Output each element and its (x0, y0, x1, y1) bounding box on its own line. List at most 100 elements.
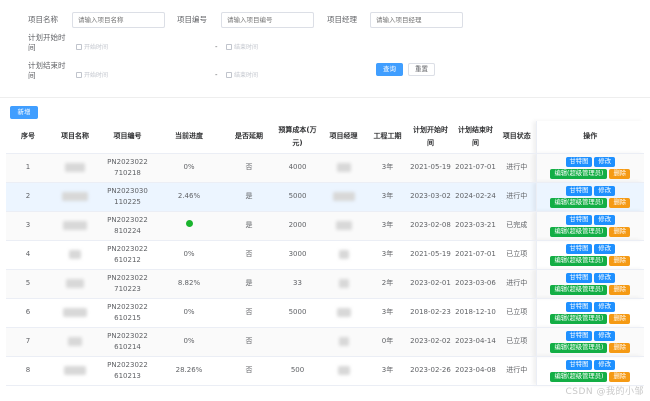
table-header: 序号 项目名称 项目编号 当前进度 是否延期 预算成本(万元) 项目经理 工程工… (6, 121, 644, 153)
cell-index: 5 (6, 269, 50, 298)
plan-end-from[interactable]: 开始时间 (76, 71, 108, 81)
project-code: PN2023022 810224 (107, 216, 148, 235)
cell-status: 进行中 (498, 153, 536, 182)
cell-index: 8 (6, 356, 50, 385)
add-button[interactable]: 新增 (10, 106, 38, 119)
cell-manager (320, 153, 367, 182)
project-name-input[interactable] (72, 12, 165, 28)
cell-duration: 3年 (367, 298, 408, 327)
cell-plan-start: 2023-03-02 (408, 182, 453, 211)
cell-plan-start: 2021-05-19 (408, 153, 453, 182)
edit-button[interactable]: 修改 (594, 215, 615, 225)
cell-manager (320, 240, 367, 269)
cell-delayed: 是 (223, 211, 275, 240)
cell-manager (320, 298, 367, 327)
delete-button[interactable]: 删除 (609, 198, 630, 208)
cell-duration: 2年 (367, 269, 408, 298)
cell-name (50, 298, 100, 327)
reset-button[interactable]: 重置 (408, 63, 435, 76)
redacted-manager (338, 366, 350, 375)
project-code: PN2023022 710223 (107, 274, 148, 293)
table-row: 4PN2023022 6102120%否30003年2021-05-192021… (6, 240, 644, 269)
delete-button[interactable]: 删除 (609, 343, 630, 353)
plan-end-to[interactable]: 结束时间 (226, 71, 258, 81)
delete-button[interactable]: 删除 (609, 169, 630, 179)
col-status: 项目状态 (498, 121, 536, 153)
edit-button[interactable]: 修改 (594, 331, 615, 341)
cell-duration: 3年 (367, 153, 408, 182)
cell-status: 已立项 (498, 327, 536, 356)
redacted-manager (337, 163, 351, 172)
cell-ops: 甘特图修改编辑(超级管理员)删除 (536, 298, 644, 327)
redacted-name (63, 308, 87, 317)
edit-button[interactable]: 修改 (594, 244, 615, 254)
gantt-button[interactable]: 甘特图 (566, 360, 593, 370)
cell-code: PN2023022 610215 (100, 298, 155, 327)
project-name-label: 项目名称 (28, 15, 58, 25)
super-edit-button[interactable]: 编辑(超级管理员) (550, 343, 607, 353)
cell-delayed: 否 (223, 327, 275, 356)
redacted-manager (339, 279, 349, 288)
delete-button[interactable]: 删除 (609, 314, 630, 324)
edit-button[interactable]: 修改 (594, 360, 615, 370)
project-table: 序号 项目名称 项目编号 当前进度 是否延期 预算成本(万元) 项目经理 工程工… (6, 121, 644, 386)
delete-button[interactable]: 删除 (609, 256, 630, 266)
edit-button[interactable]: 修改 (594, 302, 615, 312)
super-edit-button[interactable]: 编辑(超级管理员) (550, 169, 607, 179)
col-delayed: 是否延期 (223, 121, 275, 153)
redacted-name (66, 279, 84, 288)
super-edit-button[interactable]: 编辑(超级管理员) (550, 227, 607, 237)
divider (0, 97, 650, 98)
cell-plan-start: 2018-02-23 (408, 298, 453, 327)
gantt-button[interactable]: 甘特图 (566, 331, 593, 341)
super-edit-button[interactable]: 编辑(超级管理员) (550, 198, 607, 208)
cell-delayed: 是 (223, 269, 275, 298)
project-code-input[interactable] (221, 12, 314, 28)
plan-start-to[interactable]: 结束时间 (226, 43, 258, 53)
cell-index: 6 (6, 298, 50, 327)
range-separator: - (215, 71, 218, 79)
query-button[interactable]: 查询 (376, 63, 403, 76)
super-edit-button[interactable]: 编辑(超级管理员) (550, 372, 607, 382)
super-edit-button[interactable]: 编辑(超级管理员) (550, 256, 607, 266)
gantt-button[interactable]: 甘特图 (566, 302, 593, 312)
gantt-button[interactable]: 甘特图 (566, 273, 593, 283)
cell-budget (275, 327, 320, 356)
cell-delayed: 否 (223, 356, 275, 385)
delete-button[interactable]: 删除 (609, 372, 630, 382)
delete-button[interactable]: 删除 (609, 285, 630, 295)
cell-duration: 3年 (367, 240, 408, 269)
cell-status: 进行中 (498, 269, 536, 298)
redacted-manager (333, 192, 355, 201)
cell-name (50, 356, 100, 385)
cell-plan-end: 2023-04-14 (453, 327, 498, 356)
gantt-button[interactable]: 甘特图 (566, 157, 593, 167)
super-edit-button[interactable]: 编辑(超级管理员) (550, 314, 607, 324)
gantt-button[interactable]: 甘特图 (566, 186, 593, 196)
gantt-button[interactable]: 甘特图 (566, 215, 593, 225)
delete-button[interactable]: 删除 (609, 227, 630, 237)
cell-plan-start: 2023-02-08 (408, 211, 453, 240)
cell-plan-start: 2023-02-26 (408, 356, 453, 385)
col-name: 项目名称 (50, 121, 100, 153)
edit-button[interactable]: 修改 (594, 157, 615, 167)
edit-button[interactable]: 修改 (594, 186, 615, 196)
table-row: 7PN2023022 6102140%否0年2023-02-022023-04-… (6, 327, 644, 356)
cell-progress: 0% (155, 327, 223, 356)
super-edit-button[interactable]: 编辑(超级管理员) (550, 285, 607, 295)
cell-name (50, 327, 100, 356)
cell-duration: 3年 (367, 182, 408, 211)
redacted-manager (339, 337, 349, 346)
project-manager-input[interactable] (370, 12, 463, 28)
plan-start-from[interactable]: 开始时间 (76, 43, 108, 53)
cell-name (50, 153, 100, 182)
cell-delayed: 是 (223, 182, 275, 211)
gantt-button[interactable]: 甘特图 (566, 244, 593, 254)
cell-manager (320, 269, 367, 298)
cell-code: PN2023022 610214 (100, 327, 155, 356)
cell-manager (320, 182, 367, 211)
cell-plan-end: 2023-03-21 (453, 211, 498, 240)
plan-start-label-cont: 间 (28, 43, 36, 53)
cell-duration: 3年 (367, 211, 408, 240)
edit-button[interactable]: 修改 (594, 273, 615, 283)
